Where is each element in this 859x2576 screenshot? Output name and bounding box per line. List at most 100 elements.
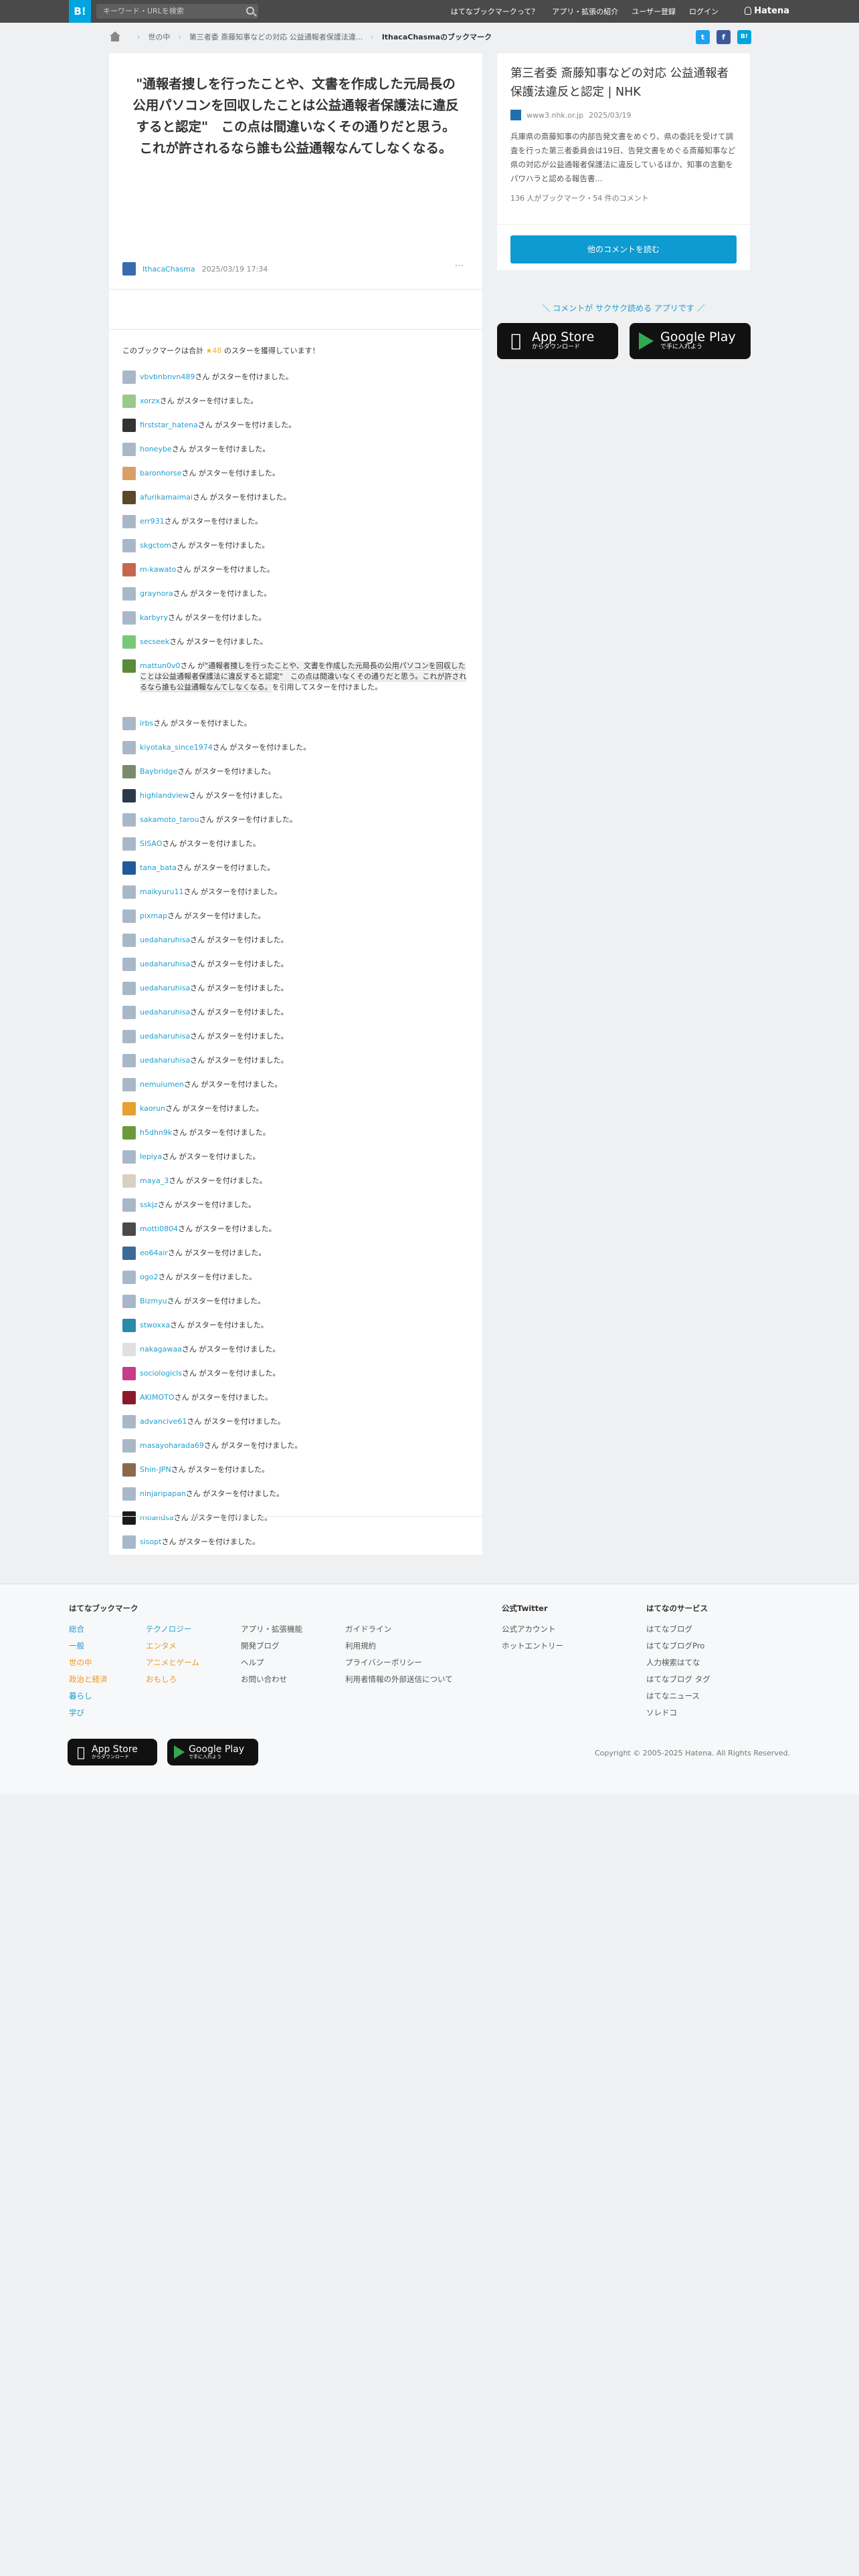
star-user-link[interactable]: advancive61 (140, 1417, 187, 1426)
google-play-badge[interactable]: Google Play で手に入れよう (630, 323, 751, 359)
nav-apps-link[interactable]: アプリ・拡張の紹介 (552, 6, 618, 17)
star-user-link[interactable]: uedaharuhisa (140, 1056, 190, 1065)
star-user-link[interactable]: karbyry (140, 613, 168, 622)
avatar[interactable] (122, 611, 136, 625)
bookmark-timestamp[interactable]: 2025/03/19 17:34 (202, 265, 268, 274)
star-user-link[interactable]: eo64air (140, 1249, 168, 1257)
avatar[interactable] (122, 1463, 136, 1477)
footer-link[interactable]: 利用者情報の外部送信について (345, 1671, 453, 1688)
footer-link[interactable]: ヘルプ (241, 1654, 302, 1671)
avatar[interactable] (122, 1295, 136, 1308)
avatar[interactable] (122, 563, 136, 576)
star-user-link[interactable]: sskjz (140, 1200, 158, 1209)
star-user-link[interactable]: err931 (140, 517, 165, 526)
avatar[interactable] (122, 1006, 136, 1019)
star-user-link[interactable]: uedaharuhisa (140, 984, 190, 992)
avatar[interactable] (122, 1415, 136, 1428)
footer-link[interactable]: 人力検索はてな (646, 1654, 710, 1671)
hatena-share-icon[interactable]: B! (737, 30, 751, 44)
star-user-link[interactable]: maikyuru11 (140, 887, 183, 896)
star-user-link[interactable]: AKIMOTO (140, 1393, 175, 1402)
star-user-link[interactable]: kaorun (140, 1104, 165, 1113)
footer-link[interactable]: 公式アカウント (502, 1621, 563, 1638)
nav-about-link[interactable]: はてなブックマークって？ (451, 6, 539, 17)
avatar[interactable] (122, 934, 136, 947)
entry-stats[interactable]: 136 人がブックマーク・54 件のコメント (497, 186, 750, 203)
star-user-link[interactable]: sociologicls (140, 1369, 182, 1378)
star-user-link[interactable]: maya_3 (140, 1176, 169, 1185)
star-user-link[interactable]: lepiya (140, 1152, 162, 1161)
star-user-link[interactable]: Shin-JPN (140, 1465, 171, 1474)
avatar[interactable] (122, 262, 136, 276)
breadcrumb-category[interactable]: 世の中 (148, 31, 170, 42)
avatar[interactable] (122, 1150, 136, 1164)
avatar[interactable] (122, 765, 136, 778)
footer-link[interactable]: プライバシーポリシー (345, 1654, 453, 1671)
star-user-link[interactable]: pixmap (140, 911, 167, 920)
star-user-link[interactable]: h5dhn9k (140, 1128, 172, 1137)
star-user-link[interactable]: m-kawato (140, 565, 176, 574)
avatar[interactable] (122, 443, 136, 456)
avatar[interactable] (122, 885, 136, 899)
star-user-link[interactable]: tana_bata (140, 863, 177, 872)
avatar[interactable] (122, 717, 136, 730)
star-user-link[interactable]: kiyotaka_since1974 (140, 743, 213, 752)
hatena-bookmark-logo[interactable]: B! (69, 0, 91, 23)
star-user-link[interactable]: nemuiumen (140, 1080, 184, 1089)
avatar[interactable] (122, 1343, 136, 1356)
avatar[interactable] (122, 837, 136, 851)
nav-register-link[interactable]: ユーザー登録 (632, 6, 676, 17)
star-user-link[interactable]: uedaharuhisa (140, 1008, 190, 1016)
avatar[interactable] (122, 1487, 136, 1501)
star-user-link[interactable]: highlandview (140, 791, 189, 800)
footer-google-play-badge[interactable]: Google Play で手に入れよう (167, 1739, 258, 1765)
star-user-link[interactable]: firststar_hatena (140, 421, 198, 429)
twitter-share-icon[interactable]: t (696, 30, 710, 44)
avatar[interactable] (122, 659, 136, 673)
avatar[interactable] (122, 909, 136, 923)
star-user-link[interactable]: motti0804 (140, 1224, 178, 1233)
star-user-link[interactable]: ogo2 (140, 1273, 158, 1281)
footer-link[interactable]: ホットエントリー (502, 1638, 563, 1654)
avatar[interactable] (122, 515, 136, 528)
avatar[interactable] (122, 635, 136, 649)
footer-link[interactable]: 学び (69, 1705, 108, 1721)
avatar[interactable] (122, 1391, 136, 1404)
avatar[interactable] (122, 1174, 136, 1188)
bookmark-user-link[interactable]: IthacaChasma (142, 265, 195, 274)
avatar[interactable] (122, 1078, 136, 1091)
star-user-link[interactable]: nakagawaa (140, 1345, 182, 1354)
footer-app-store-badge[interactable]:  App Storeからダウンロード (68, 1739, 157, 1765)
footer-link[interactable]: アニメとゲーム (146, 1654, 199, 1671)
footer-link[interactable]: 世の中 (69, 1654, 108, 1671)
avatar[interactable] (122, 1367, 136, 1380)
star-user-link[interactable]: afurikamaimai (140, 493, 193, 502)
star-user-link[interactable]: uedaharuhisa (140, 936, 190, 944)
avatar[interactable] (122, 395, 136, 408)
star-user-link[interactable]: ninjaripapan (140, 1489, 186, 1498)
avatar[interactable] (122, 813, 136, 827)
avatar[interactable] (122, 958, 136, 971)
footer-link[interactable]: ガイドライン (345, 1621, 453, 1638)
star-user-link[interactable]: graynora (140, 589, 173, 598)
avatar[interactable] (122, 1126, 136, 1140)
avatar[interactable] (122, 1198, 136, 1212)
hatena-brand[interactable]: Hatena (745, 6, 789, 16)
footer-link[interactable]: おもしろ (146, 1671, 199, 1688)
avatar[interactable] (122, 587, 136, 601)
avatar[interactable] (122, 419, 136, 432)
avatar[interactable] (122, 467, 136, 480)
facebook-share-icon[interactable]: f (717, 30, 731, 44)
avatar[interactable] (122, 1319, 136, 1332)
avatar[interactable] (122, 370, 136, 384)
avatar[interactable] (122, 1271, 136, 1284)
star-user-link[interactable]: stwoxxa (140, 1321, 170, 1329)
avatar[interactable] (122, 861, 136, 875)
app-store-badge[interactable]:  App Storeからダウンロード (497, 323, 618, 359)
star-user-link[interactable]: xorzx (140, 397, 160, 405)
avatar[interactable] (122, 789, 136, 802)
avatar[interactable] (122, 1535, 136, 1549)
star-user-link[interactable]: mattun0v0 (140, 661, 181, 670)
footer-link[interactable]: 政治と経済 (69, 1671, 108, 1688)
star-user-link[interactable]: Baybridge (140, 767, 177, 776)
